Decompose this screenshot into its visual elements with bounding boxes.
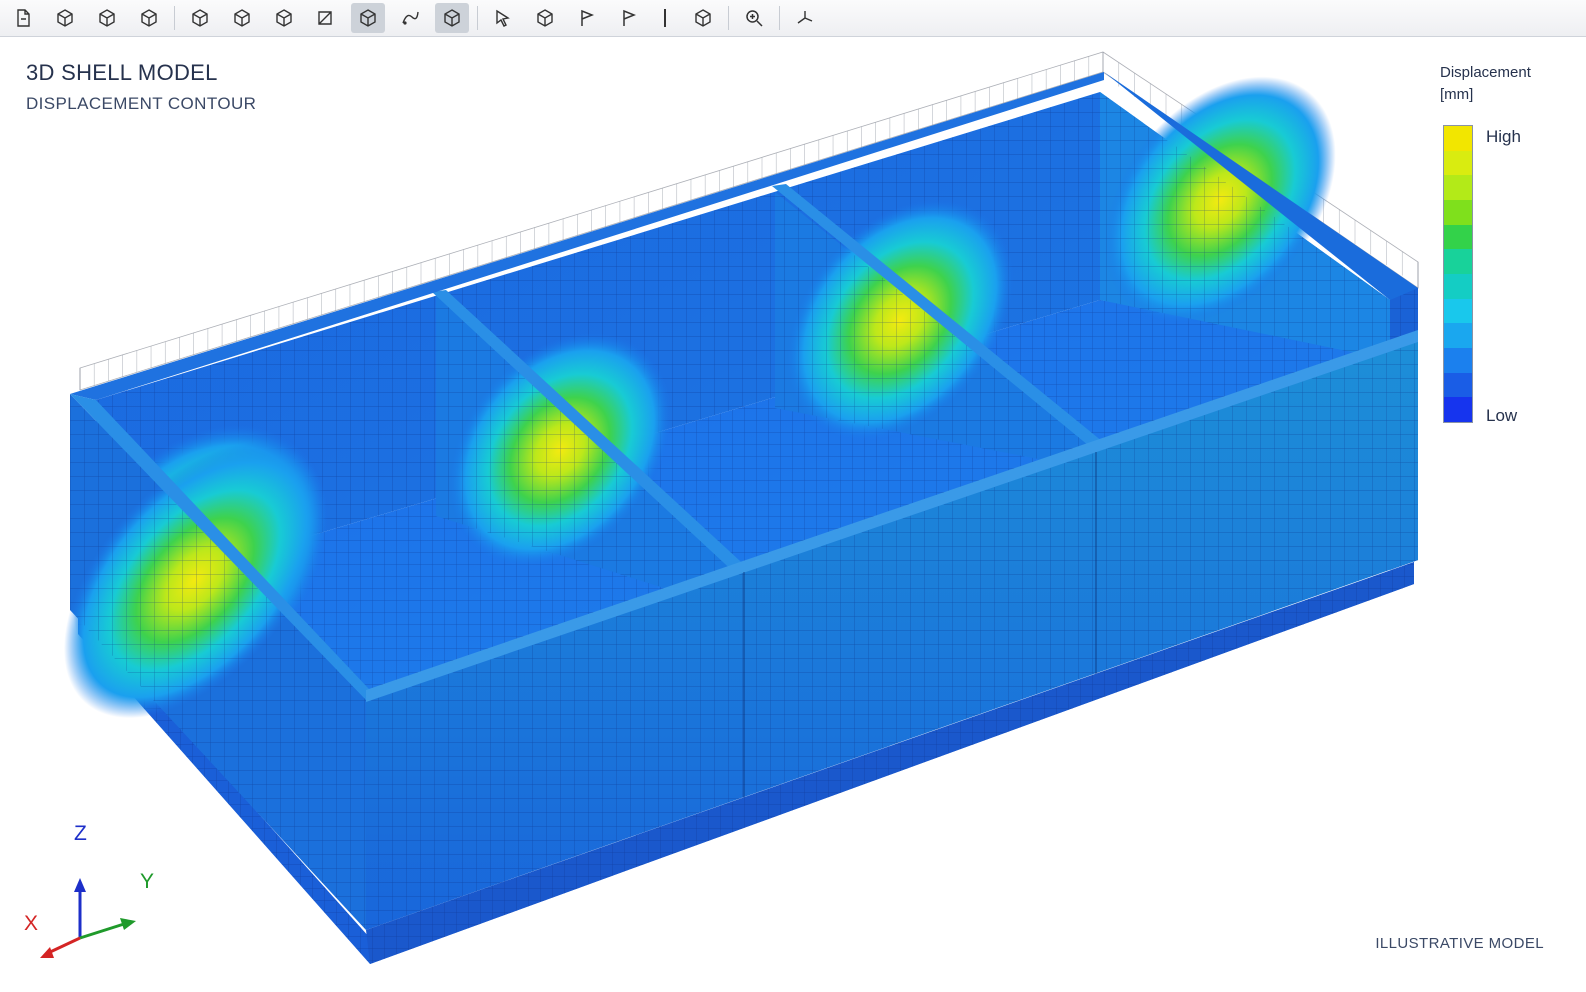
shell-model-render[interactable] [0,38,1586,992]
zoom-icon [746,10,763,27]
flag-outline-icon [623,9,637,26]
legend-color-bar [1443,125,1473,423]
legend-swatch [1444,298,1472,324]
cube-active-button[interactable] [351,3,385,33]
cube-shaded-icon [192,9,208,27]
legend-swatch [1444,397,1472,423]
cube-shaded-button[interactable] [183,3,217,33]
deformed-shape-icon [402,11,419,25]
cube-wire-button[interactable] [267,3,301,33]
cube-active-2-button[interactable] [435,3,469,33]
legend-swatch [1444,126,1472,151]
cube-settings-button[interactable] [528,3,562,33]
cube-outline-icon [695,9,711,27]
cube-settings-icon [537,9,553,27]
legend-swatch [1444,175,1472,201]
section-view-icon [318,11,332,25]
legend-title-line1: Displacement [1440,64,1531,81]
legend-swatch [1444,372,1472,398]
cube-view-iso-icon [57,9,73,27]
new-file-icon [17,9,30,27]
toolbar-separator [174,6,175,30]
legend-swatch [1444,274,1472,299]
cube-shaded-alt-button[interactable] [225,3,259,33]
axes-orient-icon [797,11,813,24]
toolbar-separator [779,6,780,30]
zoom-button[interactable] [737,3,771,33]
section-view-button[interactable] [309,3,343,33]
view-subtitle: DISPLACEMENT CONTOUR [26,94,257,113]
view-title: 3D SHELL MODEL [26,60,218,85]
cube-shaded-alt-icon [234,9,250,27]
cube-outline-button[interactable] [686,3,720,33]
flag-outline-button[interactable] [612,3,646,33]
new-file-button[interactable] [6,3,40,33]
legend-swatch [1444,224,1472,250]
cube-view-front-button[interactable] [90,3,124,33]
axes-orient-button[interactable] [788,3,822,33]
deformed-shape-button[interactable] [393,3,427,33]
toolbar-divider [664,9,666,27]
toolbar-separator [728,6,729,30]
legend-low-label: Low [1486,406,1518,425]
legend-swatch [1444,249,1472,275]
toolbar-separator [477,6,478,30]
cube-wire-icon [276,9,292,27]
axis-triad [40,878,136,958]
select-pointer-icon [496,9,510,27]
axis-y-label: Y [140,870,155,893]
cube-view-side-button[interactable] [132,3,166,33]
legend-swatch [1444,323,1472,349]
legend-swatch [1444,348,1472,373]
cube-view-front-icon [99,9,115,27]
cube-active-icon [360,9,376,27]
flag-button[interactable] [570,3,604,33]
toolbar [0,0,1586,37]
legend-high-label: High [1486,127,1521,146]
viewport-3d[interactable]: Z Y X [0,38,1586,992]
legend-title-line2: [mm] [1440,86,1474,103]
legend-swatch [1444,200,1472,225]
cube-active-2-icon [444,9,460,27]
legend-swatch [1444,150,1472,176]
flag-icon [581,9,595,26]
select-pointer-button[interactable] [486,3,520,33]
axis-x-label: X [24,912,39,935]
cube-view-iso-button[interactable] [48,3,82,33]
legend-title: Displacement [mm] [1440,62,1531,106]
axis-z-label: Z [74,822,87,845]
footnote: ILLUSTRATIVE MODEL [1375,935,1544,952]
cube-view-side-icon [141,9,157,27]
